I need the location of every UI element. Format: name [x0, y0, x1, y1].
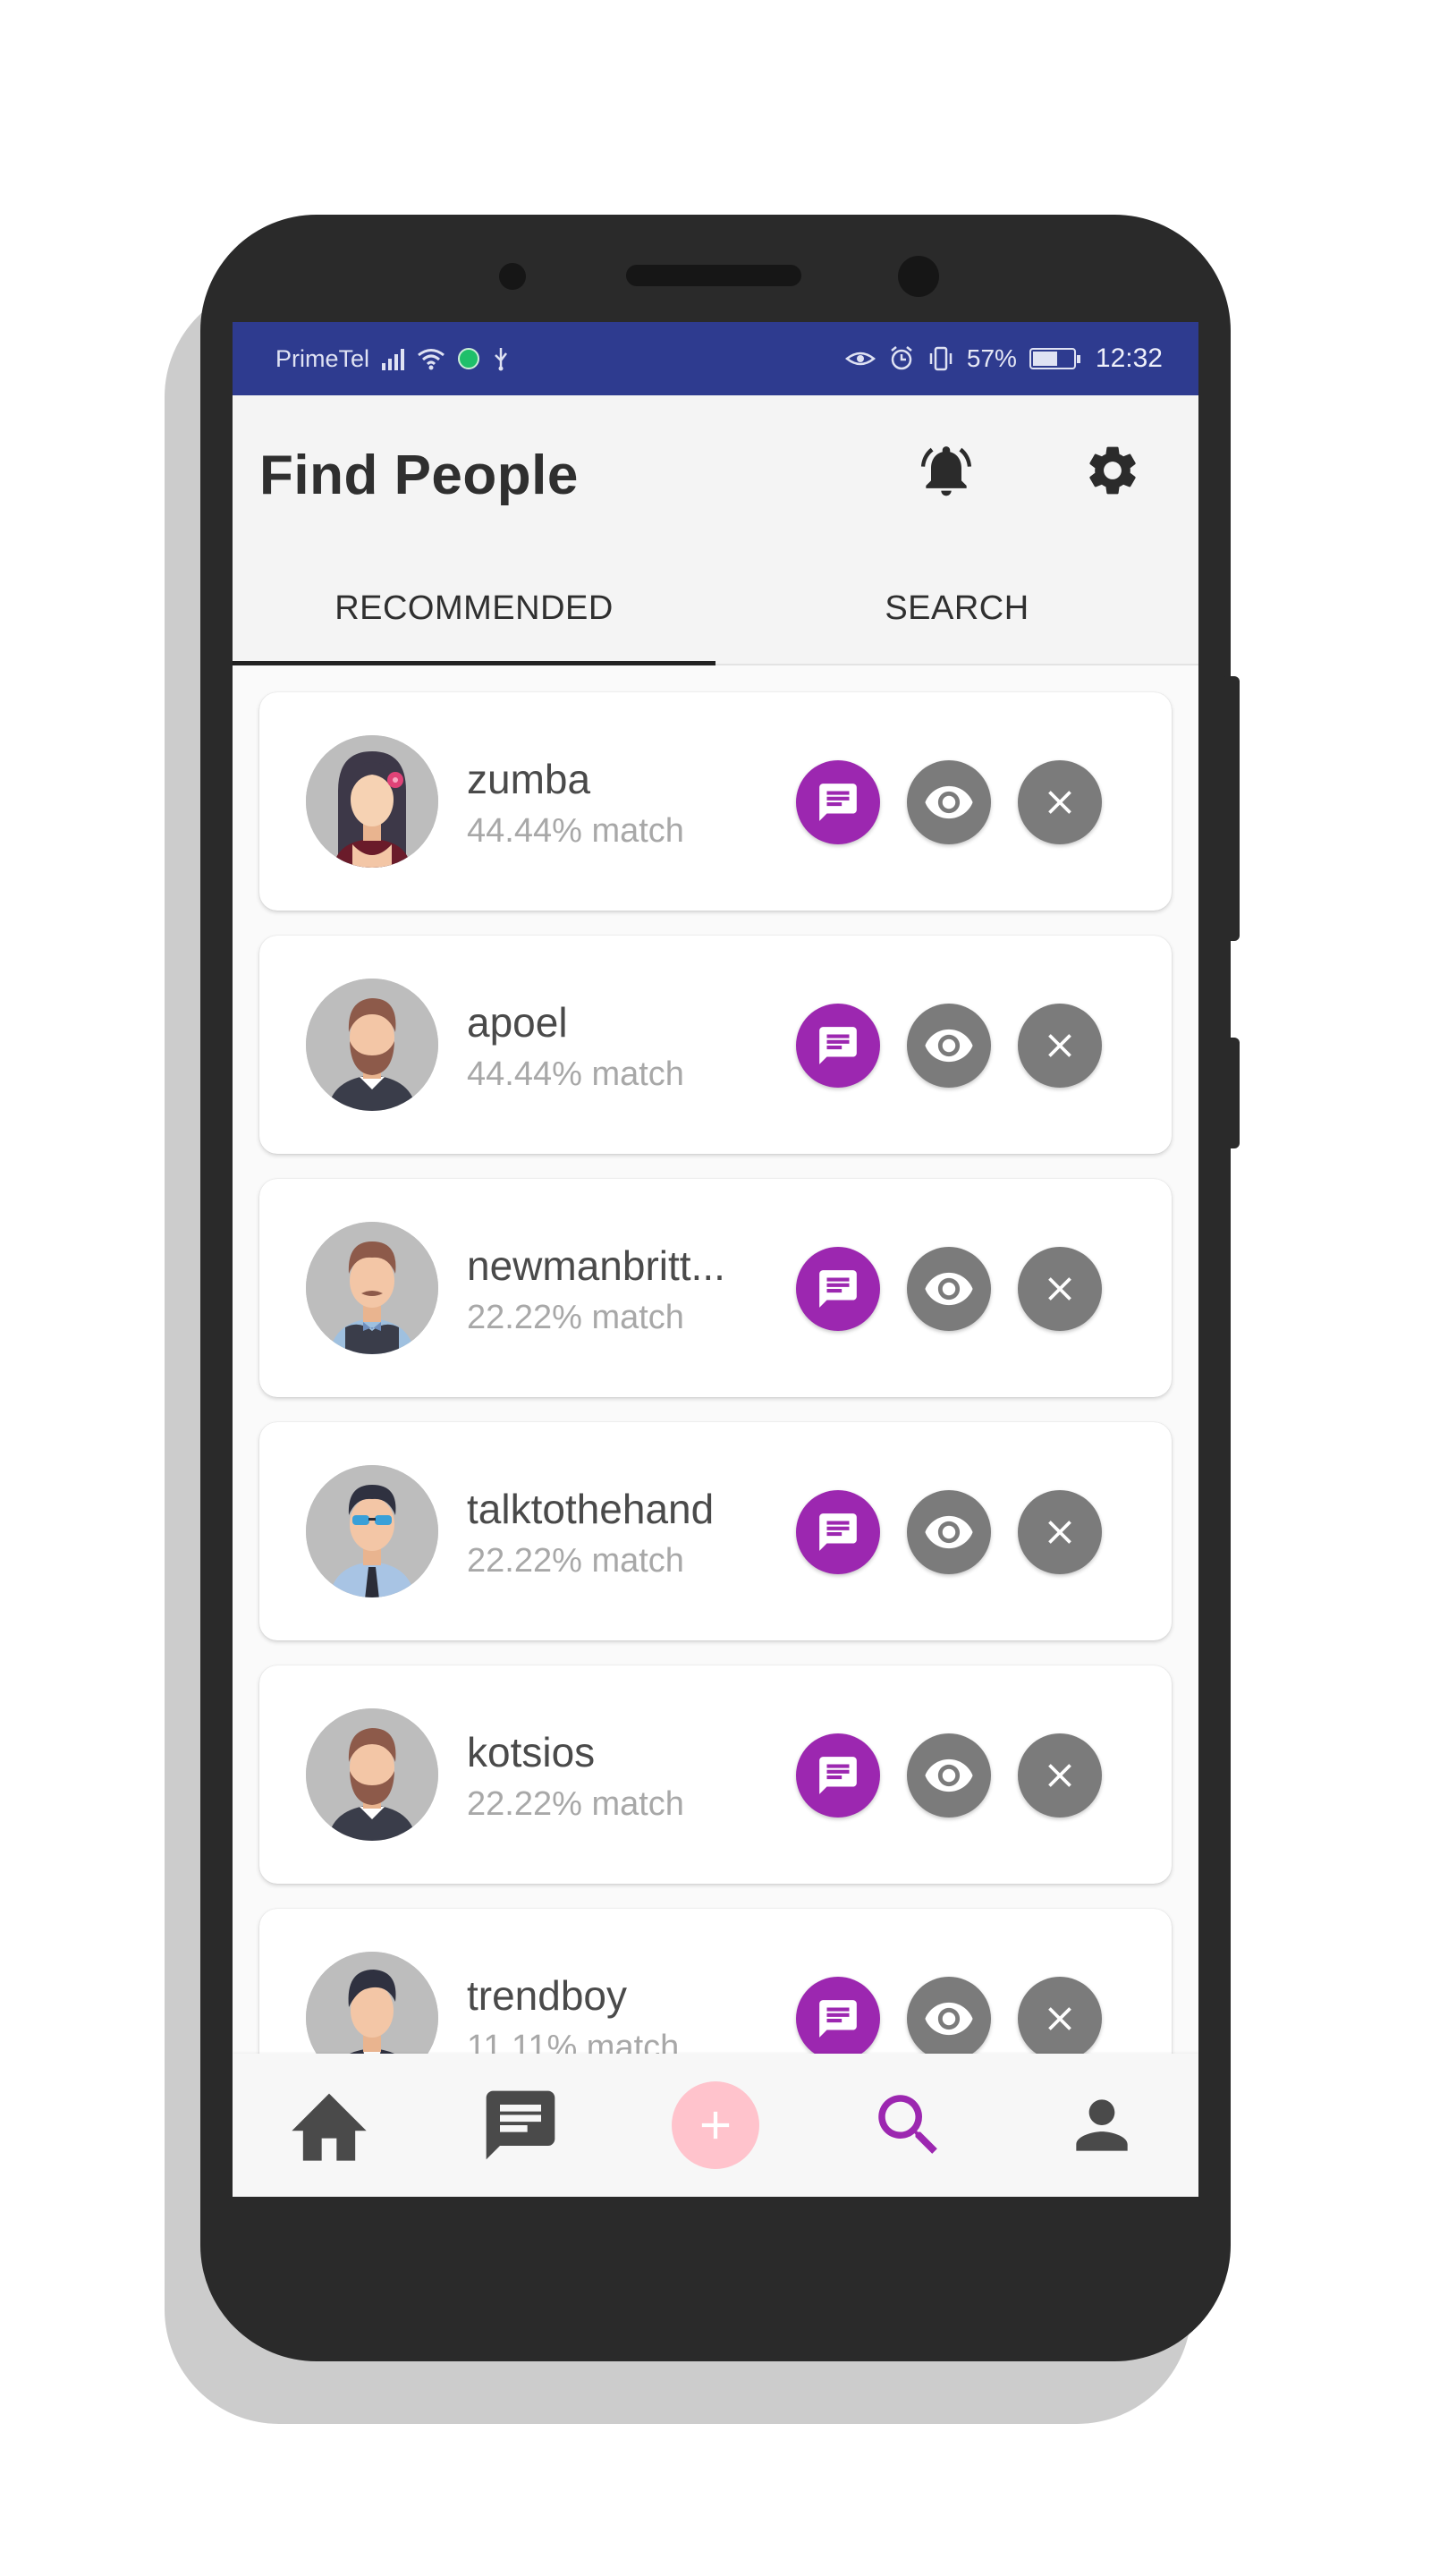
person-card[interactable]: trendboy 11.11% match: [259, 1909, 1172, 2054]
close-icon: [1048, 2007, 1071, 2030]
status-time: 12:32: [1095, 343, 1163, 373]
phone-sensor: [499, 263, 526, 290]
woman-dark-hair-avatar: [306, 735, 438, 868]
phone-front-camera: [898, 256, 939, 297]
bell-ring-icon[interactable]: [910, 435, 982, 506]
view-profile-button[interactable]: [907, 1247, 991, 1331]
username: newmanbritt...: [467, 1242, 725, 1289]
wifi-icon: [418, 349, 445, 370]
dismiss-button[interactable]: [1018, 1247, 1102, 1331]
username: trendboy: [467, 1972, 628, 2019]
profile-icon: [1076, 2099, 1128, 2151]
search-icon: [878, 2095, 937, 2154]
globe-app-icon: [458, 348, 480, 369]
close-icon: [1048, 1764, 1071, 1787]
eye-icon: [925, 785, 973, 819]
status-bar: PrimeTel 57% 12:32: [233, 322, 1198, 395]
tab-recommended[interactable]: RECOMMENDED: [233, 553, 716, 664]
battery-percent: 57%: [966, 344, 1017, 372]
username: talktothehand: [467, 1486, 715, 1532]
person-card[interactable]: zumba 44.44% match: [259, 692, 1172, 911]
eye-icon: [925, 1272, 973, 1306]
message-icon: [819, 1757, 857, 1794]
view-profile-button[interactable]: [907, 1004, 991, 1088]
nav-home[interactable]: [284, 2082, 374, 2168]
message-icon: [819, 1027, 857, 1064]
message-icon: [819, 784, 857, 821]
person-card[interactable]: newmanbritt... 22.22% match: [259, 1179, 1172, 1397]
mustache-man-vest-avatar: [306, 1222, 438, 1354]
phone-screen: PrimeTel 57% 12:32 Find People RECOMMEND…: [233, 322, 1198, 2254]
dismiss-button[interactable]: [1018, 1977, 1102, 2054]
battery-icon: [1029, 348, 1080, 369]
vibrate-icon: [929, 346, 953, 371]
phone-bottom-bezel: [233, 2197, 1198, 2254]
view-profile-button[interactable]: [907, 1977, 991, 2054]
person-card[interactable]: kotsios 22.22% match: [259, 1665, 1172, 1884]
usb-icon: [495, 348, 508, 371]
dismiss-button[interactable]: [1018, 1733, 1102, 1818]
message-icon: [819, 1270, 857, 1308]
eye-icon: [925, 1515, 973, 1549]
nav-profile[interactable]: [1057, 2082, 1147, 2168]
messages-icon: [486, 2090, 555, 2160]
close-icon: [1048, 791, 1071, 814]
view-profile-button[interactable]: [907, 1490, 991, 1574]
signal-icon: [382, 347, 405, 370]
nav-messages[interactable]: [476, 2082, 565, 2168]
match-percent: 22.22% match: [467, 1542, 684, 1580]
username: kotsios: [467, 1729, 596, 1775]
message-icon: [819, 2000, 857, 2038]
bearded-man-avatar: [306, 1708, 438, 1841]
match-percent: 44.44% match: [467, 812, 684, 850]
close-icon: [1048, 1521, 1071, 1544]
people-list[interactable]: zumba 44.44% match apoel 44.44% match ne…: [233, 665, 1198, 2054]
person-card[interactable]: apoel 44.44% match: [259, 936, 1172, 1154]
match-percent: 22.22% match: [467, 1299, 684, 1336]
eye-comfort-icon: [844, 352, 876, 366]
message-button[interactable]: [796, 1977, 880, 2054]
carrier-name: PrimeTel: [275, 344, 370, 372]
username: apoel: [467, 999, 568, 1046]
nav-search[interactable]: [864, 2082, 953, 2168]
view-profile-button[interactable]: [907, 760, 991, 844]
nav-add[interactable]: [671, 2081, 760, 2169]
app-bar: Find People: [233, 395, 1198, 553]
alarm-icon: [891, 346, 912, 370]
add-icon: [701, 2111, 730, 2140]
message-button[interactable]: [796, 760, 880, 844]
username: zumba: [467, 756, 591, 802]
message-icon: [819, 1513, 857, 1551]
bottom-navigation: [233, 2054, 1198, 2197]
tab-bar: RECOMMENDED SEARCH: [233, 553, 1198, 665]
tab-search[interactable]: SEARCH: [716, 553, 1198, 664]
message-button[interactable]: [796, 1247, 880, 1331]
dismiss-button[interactable]: [1018, 1004, 1102, 1088]
home-icon: [292, 2093, 367, 2161]
close-icon: [1048, 1034, 1071, 1057]
message-button[interactable]: [796, 1004, 880, 1088]
phone-power-button: [1222, 1038, 1240, 1148]
dismiss-button[interactable]: [1018, 760, 1102, 844]
sunglasses-man-tie-avatar: [306, 1465, 438, 1597]
phone-volume-button: [1222, 676, 1240, 941]
add-button-circle: [672, 2081, 759, 2169]
eye-icon: [925, 1758, 973, 1792]
bearded-man-avatar: [306, 979, 438, 1111]
message-button[interactable]: [796, 1733, 880, 1818]
gear-icon[interactable]: [1077, 435, 1148, 506]
eye-icon: [925, 1029, 973, 1063]
match-percent: 22.22% match: [467, 1785, 684, 1823]
dismiss-button[interactable]: [1018, 1490, 1102, 1574]
young-man-jacket-avatar: [306, 1952, 438, 2054]
view-profile-button[interactable]: [907, 1733, 991, 1818]
match-percent: 11.11% match: [467, 2029, 680, 2054]
close-icon: [1048, 1277, 1071, 1301]
person-card[interactable]: talktothehand 22.22% match: [259, 1422, 1172, 1640]
match-percent: 44.44% match: [467, 1055, 684, 1093]
phone-speaker: [626, 265, 801, 286]
message-button[interactable]: [796, 1490, 880, 1574]
page-title: Find People: [259, 445, 579, 506]
eye-icon: [925, 2002, 973, 2036]
